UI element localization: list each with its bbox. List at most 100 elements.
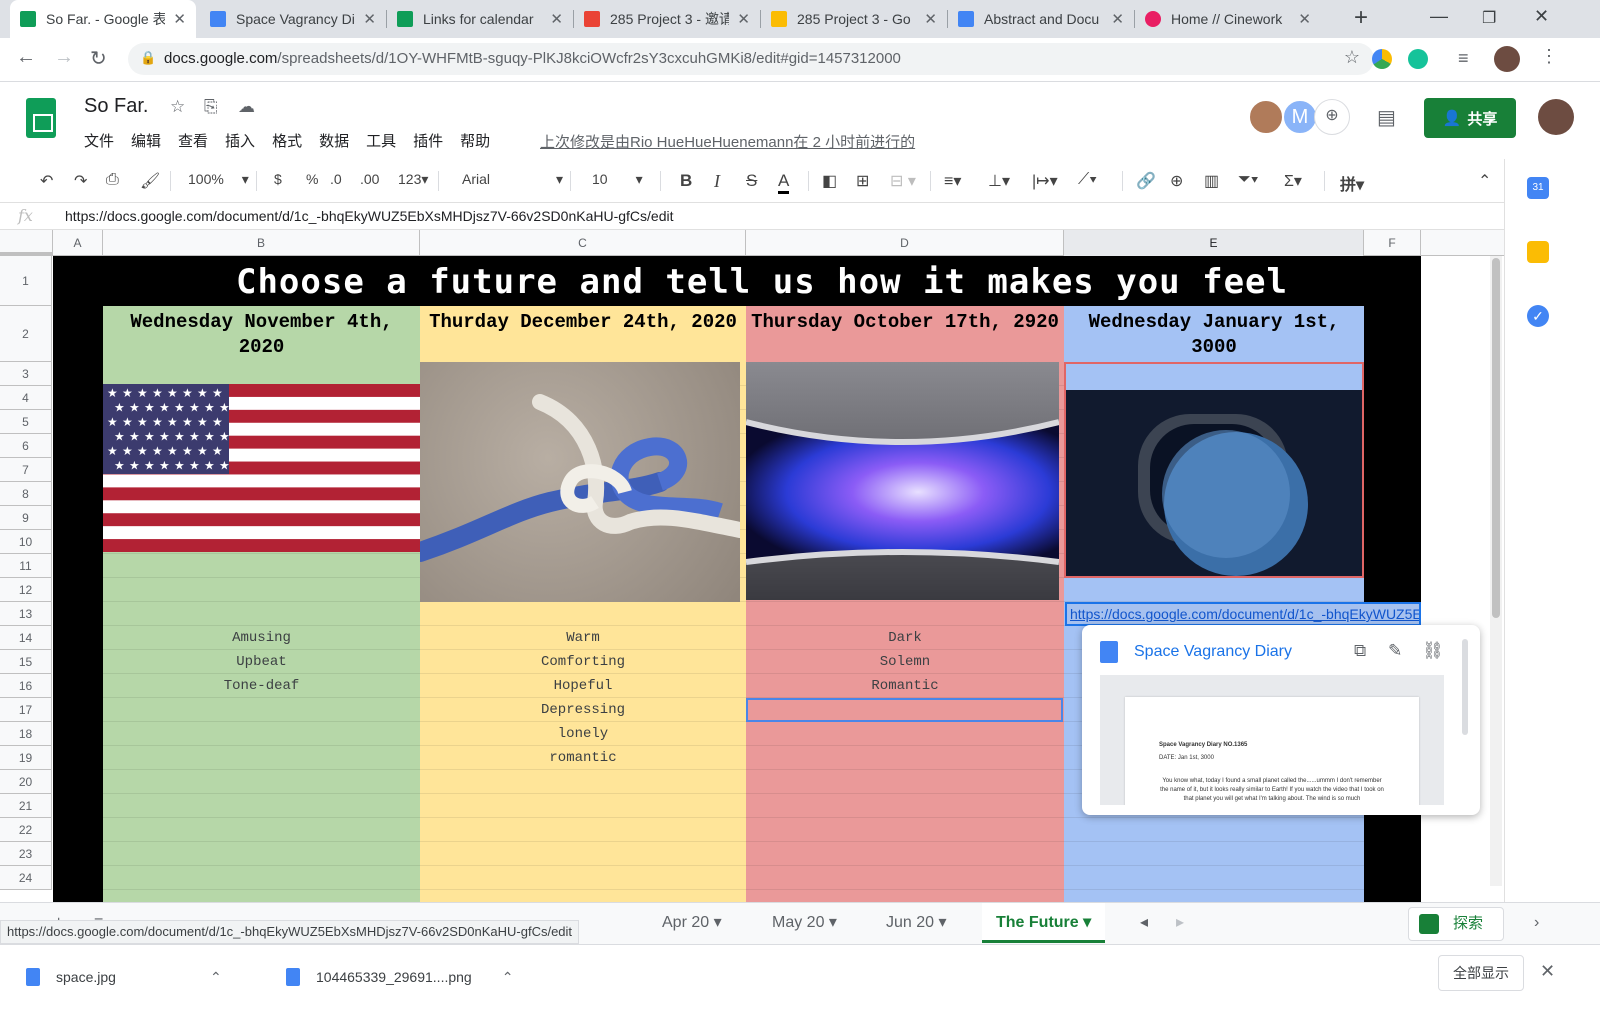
show-all-downloads-button[interactable]: 全部显示 — [1438, 955, 1524, 991]
feeling-cell[interactable]: Solemn — [746, 654, 1064, 670]
functions-icon[interactable]: Σ▾ — [1284, 171, 1302, 191]
sheet-tab-the-future[interactable]: The Future ▾ — [982, 903, 1106, 943]
row-header[interactable]: 17 — [0, 698, 52, 722]
vertical-scrollbar[interactable] — [1490, 256, 1502, 886]
vertical-align-icon[interactable]: ⊥▾ — [988, 171, 1010, 191]
row-header[interactable]: 10 — [0, 530, 52, 554]
menu-format[interactable]: 格式 — [272, 130, 302, 151]
feeling-cell[interactable]: Depressing — [420, 702, 746, 718]
menu-view[interactable]: 查看 — [178, 130, 208, 151]
scroll-tabs-right-icon[interactable]: ▸ — [1162, 903, 1198, 943]
input-tools-icon[interactable]: 拼▾ — [1340, 171, 1364, 195]
download-item[interactable]: 104465339_29691....png ⌃ — [286, 959, 513, 995]
merge-cells-icon[interactable]: ⊟ ▾ — [890, 171, 916, 191]
bold-button[interactable]: B — [680, 171, 692, 191]
keep-icon[interactable] — [1527, 241, 1549, 263]
hyperlink-cell[interactable]: https://docs.google.com/document/d/1c_-b… — [1065, 602, 1421, 626]
future-date-header[interactable]: Wednesday January 1st, 3000 — [1064, 306, 1364, 362]
menu-addons[interactable]: 插件 — [413, 130, 443, 151]
expand-side-panel-icon[interactable]: › — [1520, 903, 1553, 943]
explore-button[interactable]: 探索 — [1408, 907, 1504, 941]
feeling-cell[interactable]: Amusing — [103, 630, 420, 646]
column-header-a[interactable]: A — [53, 230, 103, 256]
chevron-up-icon[interactable]: ⌃ — [210, 969, 222, 986]
collaborator-avatar[interactable]: M — [1282, 99, 1318, 135]
decrease-decimal-button[interactable]: .0 — [330, 171, 342, 187]
row-header[interactable]: 6 — [0, 434, 52, 458]
move-folder-icon[interactable]: ⎘ — [204, 97, 218, 117]
redo-icon[interactable]: ↷ — [74, 171, 87, 191]
strikethrough-button[interactable]: S — [746, 171, 757, 191]
horizontal-align-icon[interactable]: ≡▾ — [944, 171, 961, 191]
back-arrow-icon[interactable]: ← — [16, 46, 36, 69]
new-tab-icon[interactable]: + — [1354, 4, 1368, 32]
menu-file[interactable]: 文件 — [84, 130, 114, 151]
browser-tab-abstract[interactable]: Abstract and Docu ✕ — [948, 0, 1134, 38]
font-select[interactable]: Arial ▾ — [462, 171, 563, 188]
feeling-cell[interactable]: romantic — [420, 750, 746, 766]
rope-knot-image[interactable] — [420, 362, 740, 602]
feeling-cell[interactable]: Upbeat — [103, 654, 420, 670]
close-downloads-icon[interactable]: ✕ — [1540, 961, 1555, 982]
menu-tools[interactable]: 工具 — [366, 130, 396, 151]
close-tab-icon[interactable]: ✕ — [1111, 10, 1124, 28]
filter-icon[interactable]: ⏷▾ — [1238, 171, 1259, 189]
more-collaborators-icon[interactable]: ⊕ — [1314, 99, 1350, 135]
row-header[interactable]: 20 — [0, 770, 52, 794]
font-size-select[interactable]: 10 ▾ — [592, 171, 643, 188]
text-rotation-icon[interactable]: ⟋▾ — [1078, 171, 1097, 189]
row-header[interactable]: 23 — [0, 842, 52, 866]
menu-help[interactable]: 帮助 — [460, 130, 490, 151]
star-icon[interactable]: ☆ — [170, 97, 185, 117]
row-header[interactable]: 18 — [0, 722, 52, 746]
feeling-cell[interactable]: Tone-deaf — [103, 678, 420, 694]
row-header[interactable]: 11 — [0, 554, 52, 578]
feeling-cell[interactable]: Warm — [420, 630, 746, 646]
row-header[interactable]: 24 — [0, 866, 52, 890]
currency-format-button[interactable]: $ — [274, 171, 282, 187]
column-header-e[interactable]: E — [1064, 230, 1364, 256]
future-date-header[interactable]: Thurday December 24th, 2020 — [420, 306, 746, 362]
edit-link-icon[interactable]: ✎ — [1388, 641, 1402, 661]
row-header[interactable]: 2 — [0, 306, 52, 362]
preview-scrollbar[interactable] — [1462, 639, 1468, 735]
column-header-f[interactable]: F — [1364, 230, 1421, 256]
last-edit-link[interactable]: 上次修改是由Rio HueHueHuenemann在 2 小时前进行的 — [540, 131, 915, 152]
browser-tab-cinework[interactable]: Home // Cinework ✕ — [1135, 0, 1321, 38]
media-queue-icon[interactable]: ≡ — [1458, 48, 1469, 69]
formula-input[interactable]: https://docs.google.com/document/d/1c_-b… — [65, 208, 674, 224]
insert-chart-icon[interactable]: ▥ — [1204, 171, 1219, 191]
collaborator-avatar[interactable] — [1248, 99, 1284, 135]
preview-doc-title[interactable]: Space Vagrancy Diary — [1134, 643, 1292, 661]
print-icon[interactable]: ⎙ — [106, 171, 119, 189]
collapse-menus-icon[interactable]: ⌃ — [1478, 171, 1491, 191]
close-tab-icon[interactable]: ✕ — [550, 10, 563, 28]
sheets-logo-icon[interactable] — [26, 98, 56, 138]
future-date-header[interactable]: Wednesday November 4th, 2020 — [103, 306, 420, 362]
scroll-tabs-left-icon[interactable]: ◂ — [1126, 903, 1162, 943]
row-header[interactable]: 16 — [0, 674, 52, 698]
calendar-icon[interactable]: 31 — [1527, 177, 1549, 199]
feeling-cell[interactable]: Hopeful — [420, 678, 746, 694]
grammarly-extension-icon[interactable] — [1408, 49, 1428, 69]
row-header[interactable]: 14 — [0, 626, 52, 650]
row-header[interactable]: 12 — [0, 578, 52, 602]
sheet-tab-may-20[interactable]: May 20 ▾ — [758, 903, 851, 943]
row-header[interactable]: 21 — [0, 794, 52, 818]
menu-insert[interactable]: 插入 — [225, 130, 255, 151]
link-preview-card[interactable]: Space Vagrancy Diary ⧉ ✎ ⛓ Space Vagranc… — [1082, 625, 1480, 815]
insert-comment-icon[interactable]: ⊕ — [1170, 171, 1183, 191]
url-input[interactable]: 🔒 docs.google.com/spreadsheets/d/1OY-WHF… — [128, 43, 1374, 75]
bookmark-star-icon[interactable]: ☆ — [1344, 47, 1360, 68]
close-tab-icon[interactable]: ✕ — [924, 10, 937, 28]
row-header[interactable]: 13 — [0, 602, 52, 626]
row-header[interactable]: 4 — [0, 386, 52, 410]
close-tab-icon[interactable]: ✕ — [1298, 10, 1311, 28]
selected-cell-outline[interactable] — [746, 698, 1063, 722]
comment-history-icon[interactable]: ▤ — [1377, 105, 1396, 130]
feeling-cell[interactable]: lonely — [420, 726, 746, 742]
menu-edit[interactable]: 编辑 — [131, 130, 161, 151]
copy-link-icon[interactable]: ⧉ — [1354, 641, 1366, 661]
column-header-c[interactable]: C — [420, 230, 746, 256]
feeling-cell[interactable]: Comforting — [420, 654, 746, 670]
